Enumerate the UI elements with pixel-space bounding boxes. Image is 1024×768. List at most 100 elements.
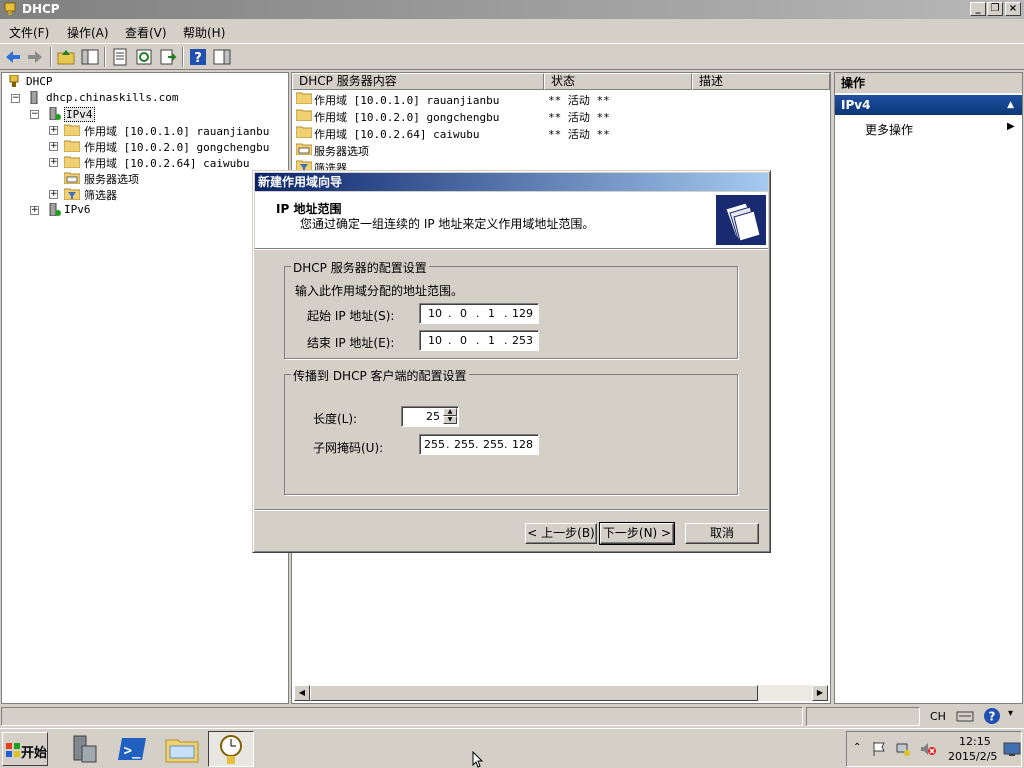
menu-file[interactable]: 文件(F) xyxy=(9,24,49,41)
length-value[interactable]: 25 xyxy=(426,410,440,423)
show-hide-tree-icon[interactable] xyxy=(80,47,100,67)
server-manager-icon[interactable] xyxy=(64,732,104,766)
tree-node-scope[interactable]: + 作用域 [10.0.2.64] caiwubu xyxy=(4,154,284,170)
start-button[interactable]: 开始 xyxy=(2,732,48,766)
close-button[interactable]: × xyxy=(1005,2,1021,16)
tree-node-scope[interactable]: + 作用域 [10.0.2.0] gongchengbu xyxy=(4,138,284,154)
folder-icon xyxy=(296,109,312,121)
ip-octet[interactable]: 10 xyxy=(428,334,442,347)
up-folder-icon[interactable] xyxy=(56,47,76,67)
keyboard-icon[interactable] xyxy=(956,708,974,724)
forward-arrow-icon[interactable] xyxy=(25,47,45,67)
spin-down-icon[interactable]: ▼ xyxy=(443,416,457,424)
back-button[interactable]: < 上一步(B) xyxy=(525,523,597,544)
console-tree[interactable]: DHCP − dhcp.chinaskills.com − IPv4 + 作用域… xyxy=(1,72,289,704)
length-spinner[interactable]: 25 ▲ ▼ xyxy=(401,406,459,427)
action-center-flag-icon[interactable] xyxy=(871,741,887,757)
clock-time[interactable]: 12:15 xyxy=(959,735,991,748)
end-ip-input[interactable]: 10 . 0 . 1 . 253 xyxy=(419,330,539,351)
file-explorer-icon[interactable] xyxy=(162,732,202,766)
network-icon[interactable] xyxy=(895,741,911,757)
status-pane-secondary xyxy=(806,707,920,726)
toolbar-separator xyxy=(50,47,52,67)
expand-icon[interactable]: + xyxy=(30,206,39,215)
taskbar-dhcp-button[interactable] xyxy=(208,731,254,767)
export-list-icon[interactable] xyxy=(158,47,178,67)
ip-octet[interactable]: 0 xyxy=(460,307,467,320)
actions-group-ipv4[interactable]: IPv4 ▲ xyxy=(835,95,1022,115)
spin-up-icon[interactable]: ▲ xyxy=(443,408,457,416)
column-header-name[interactable]: DHCP 服务器内容 xyxy=(292,73,544,90)
tree-node-filters[interactable]: + 筛选器 xyxy=(4,186,284,202)
wizard-header: IP 地址范围 您通过确定一组连续的 IP 地址来定义作用域地址范围。 xyxy=(255,192,768,249)
refresh-icon[interactable] xyxy=(134,47,154,67)
options-arrow-icon[interactable]: ▾ xyxy=(1008,708,1013,719)
ip-octet[interactable]: 128 xyxy=(512,438,533,451)
minimize-button[interactable]: _ xyxy=(970,2,986,16)
tree-node-ipv4[interactable]: − IPv4 xyxy=(4,106,284,122)
dialog-title: 新建作用域向导 xyxy=(258,175,343,189)
row-name: 作用域 [10.0.1.0] rauanjianbu xyxy=(314,94,500,107)
scroll-left-icon[interactable]: ◀ xyxy=(294,685,310,701)
tree-node-scope[interactable]: + 作用域 [10.0.1.0] rauanjianbu xyxy=(4,122,284,138)
ip-octet[interactable]: 1 xyxy=(488,307,495,320)
more-actions-label: 更多操作 xyxy=(865,123,914,137)
tree-node-ipv6[interactable]: + IPv6 xyxy=(4,202,284,218)
volume-muted-icon[interactable] xyxy=(919,741,937,757)
ip-octet[interactable]: 1 xyxy=(488,334,495,347)
help-icon[interactable]: ? xyxy=(188,47,208,67)
ip-octet[interactable]: 129 xyxy=(512,307,533,320)
expand-icon[interactable]: + xyxy=(49,190,58,199)
next-button[interactable]: 下一步(N) > xyxy=(599,522,675,545)
list-row[interactable]: 服务器选项 xyxy=(292,141,830,158)
horizontal-scrollbar[interactable]: ◀ ▶ xyxy=(294,685,828,701)
subnet-mask-input[interactable]: 255 . 255 . 255 . 128 xyxy=(419,434,539,455)
ip-octet[interactable]: 255 xyxy=(424,438,445,451)
show-hidden-icons-icon[interactable]: ⌃ xyxy=(853,742,861,753)
ip-octet[interactable]: 255 xyxy=(454,438,475,451)
language-indicator[interactable]: CH xyxy=(930,710,946,723)
window-title-bar[interactable]: DHCP _ ❐ × xyxy=(0,0,1024,19)
column-header-status[interactable]: 状态 xyxy=(544,73,692,90)
menu-view[interactable]: 查看(V) xyxy=(125,24,167,41)
dialog-separator xyxy=(255,509,768,511)
server-options-icon xyxy=(64,172,80,184)
tree-node-server-options[interactable]: 服务器选项 xyxy=(4,170,284,186)
cancel-button[interactable]: 取消 xyxy=(685,523,759,544)
ip-octet[interactable]: 10 xyxy=(428,307,442,320)
powershell-icon[interactable]: >_ xyxy=(112,732,152,766)
dialog-title-bar[interactable]: 新建作用域向导 xyxy=(255,173,768,191)
more-actions-item[interactable]: 更多操作 xyxy=(865,121,913,138)
new-scope-wizard-dialog[interactable]: 新建作用域向导 IP 地址范围 您通过确定一组连续的 IP 地址来定义作用域地址… xyxy=(252,170,771,553)
start-ip-input[interactable]: 10 . 0 . 1 . 129 xyxy=(419,303,539,324)
clock-date[interactable]: 2015/2/5 xyxy=(948,750,997,763)
list-row[interactable]: 作用域 [10.0.1.0] rauanjianbu ** 活动 ** xyxy=(292,90,830,107)
expand-icon[interactable]: + xyxy=(49,126,58,135)
system-tray: ⌃ 12:15 2015/2/5 xyxy=(846,731,1022,767)
back-arrow-icon[interactable] xyxy=(3,47,23,67)
ip-octet[interactable]: 255 xyxy=(483,438,504,451)
restore-button[interactable]: ❐ xyxy=(987,2,1003,16)
show-desktop-icon[interactable] xyxy=(1003,741,1021,757)
help-circle-icon[interactable]: ? xyxy=(983,707,1001,725)
list-row[interactable]: 作用域 [10.0.2.0] gongchengbu ** 活动 ** xyxy=(292,107,830,124)
show-hide-action-pane-icon[interactable] xyxy=(212,47,232,67)
list-row[interactable]: 作用域 [10.0.2.64] caiwubu ** 活动 ** xyxy=(292,124,830,141)
spinner-arrows[interactable]: ▲ ▼ xyxy=(443,408,457,425)
collapse-up-icon[interactable]: ▲ xyxy=(1007,95,1014,115)
properties-icon[interactable] xyxy=(110,47,130,67)
ip-octet[interactable]: 253 xyxy=(512,334,533,347)
tree-node-dhcp[interactable]: DHCP xyxy=(4,74,284,90)
scroll-thumb[interactable] xyxy=(310,685,758,701)
collapse-icon[interactable]: − xyxy=(11,94,20,103)
column-header-description[interactable]: 描述 xyxy=(692,73,830,90)
collapse-icon[interactable]: − xyxy=(30,110,39,119)
ip-octet[interactable]: 0 xyxy=(460,334,467,347)
expand-icon[interactable]: + xyxy=(49,142,58,151)
scroll-right-icon[interactable]: ▶ xyxy=(812,685,828,701)
expand-icon[interactable]: + xyxy=(49,158,58,167)
menu-action[interactable]: 操作(A) xyxy=(67,24,109,41)
menu-help[interactable]: 帮助(H) xyxy=(183,24,225,41)
tree-node-server[interactable]: − dhcp.chinaskills.com xyxy=(4,90,284,106)
server-config-group: DHCP 服务器的配置设置 输入此作用域分配的地址范围。 起始 IP 地址(S)… xyxy=(284,259,738,359)
